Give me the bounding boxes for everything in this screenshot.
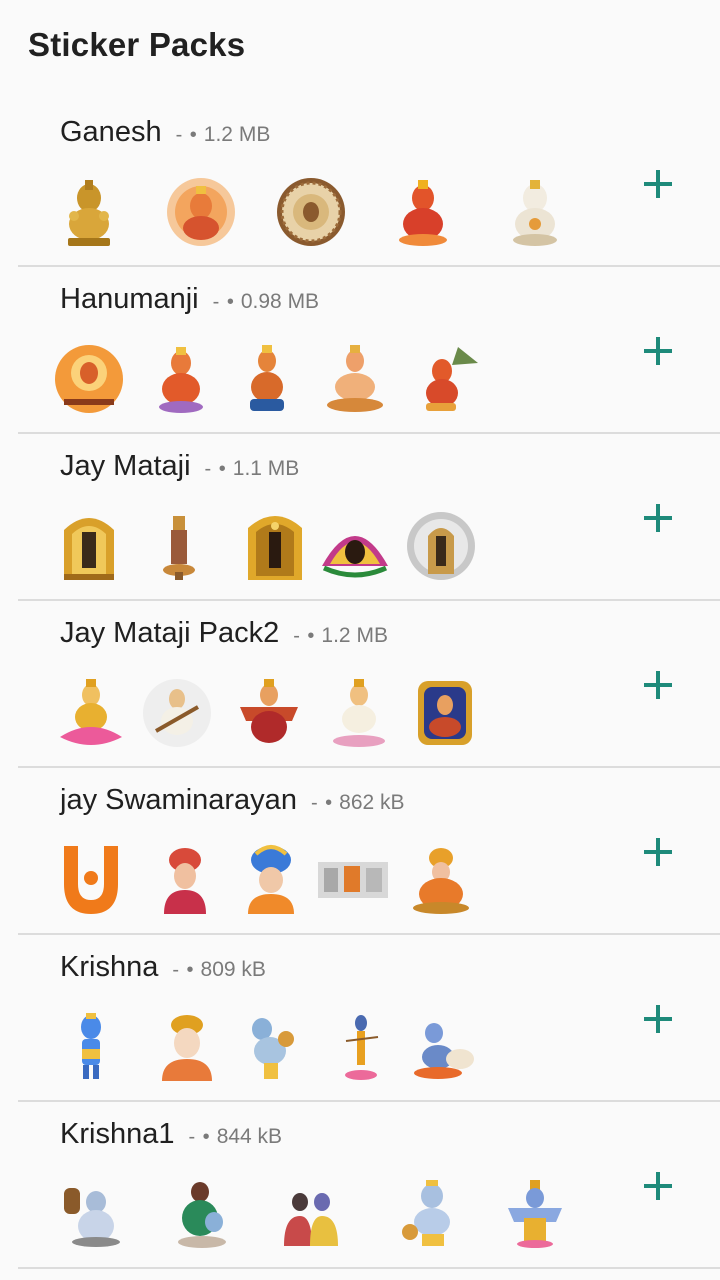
deity-standing-lamp-icon: [163, 516, 195, 580]
hanuman-kneeling-icon: [250, 345, 284, 411]
pack-name: Ganesh: [60, 116, 162, 148]
plus-icon: [644, 337, 672, 365]
sticker-pack-row-jay-mataji[interactable]: Jay Mataji - • 1.1 MB: [18, 434, 720, 601]
pack-name: Jay Mataji: [60, 450, 191, 482]
plus-icon: [644, 838, 672, 866]
goddess-garland-icon: [322, 536, 388, 578]
sticker-packs-screen: Sticker Packs Ganesh - • 1.2 MB Hanumanj…: [0, 0, 720, 1280]
sticker-pack-row-jay-swaminarayan[interactable]: jay Swaminarayan - • 862 kB: [18, 768, 720, 935]
pack-header: Krishna1 - • 844 kB: [60, 1118, 282, 1151]
pack-size: 1.1 MB: [232, 457, 300, 480]
krishna-cow-icon: [414, 1023, 474, 1079]
vishnu-multi-arm-icon: [508, 1180, 562, 1248]
hanuman-flying-mountain-icon: [426, 347, 478, 411]
balaji-gold-idol-icon: [64, 518, 114, 580]
pack-header: Ganesh - • 1.2 MB: [60, 116, 270, 149]
yashoda-krishna-icon: [178, 1182, 226, 1248]
sticker-thumbnails: [54, 176, 574, 252]
krishna-blue-cartoon-icon: [81, 1013, 101, 1079]
hanuman-meditating-icon: [327, 345, 383, 412]
swaminarayan-seated-icon: [413, 848, 469, 914]
sticker-pack-row-krishna1[interactable]: Krishna1 - • 844 kB: [18, 1102, 720, 1269]
ganesh-round-portrait-icon: [167, 178, 235, 246]
hanuman-seated-icon: [159, 347, 203, 413]
add-pack-button[interactable]: [636, 329, 680, 373]
hanuman-round-portrait-icon: [55, 345, 123, 413]
pack-size: 1.2 MB: [321, 624, 388, 647]
pack-name: Hanumanji: [60, 283, 199, 315]
plus-icon: [644, 1172, 672, 1200]
sticker-pack-row-ganesh[interactable]: Ganesh - • 1.2 MB: [18, 100, 720, 267]
balaji-temple-frame-icon: [248, 516, 302, 580]
lakshmi-lotus-icon: [60, 679, 122, 745]
pack-header: Jay Mataji - • 1.1 MB: [60, 450, 299, 483]
pack-header: Jay Mataji Pack2 - • 1.2 MB: [60, 617, 388, 650]
pack-name: Krishna1: [60, 1118, 175, 1150]
pack-size: 862 kB: [339, 791, 405, 814]
pack-name: jay Swaminarayan: [60, 784, 297, 816]
saraswati-veena-round-icon: [143, 679, 211, 747]
sticker-pack-row-hanumanji[interactable]: Hanumanji - • 0.98 MB: [18, 267, 720, 434]
radha-krishna-icon: [284, 1193, 338, 1246]
pack-size: 809 kB: [200, 958, 266, 981]
sticker-thumbnails: [54, 1178, 574, 1254]
plus-icon: [644, 1005, 672, 1033]
sticker-thumbnails: [54, 1011, 574, 1087]
durga-multi-arm-icon: [240, 679, 298, 743]
krishna-butter-churn-icon: [64, 1188, 120, 1247]
swaminarayan-orange-logo-icon: [64, 846, 118, 914]
krishna-flute-standing-icon: [345, 1015, 379, 1080]
balaji-silver-round-icon: [407, 512, 475, 580]
add-pack-button[interactable]: [636, 997, 680, 1041]
pack-separator: - •: [293, 625, 316, 647]
pack-separator: - •: [212, 291, 235, 313]
krishna-child-pot-icon: [252, 1018, 294, 1079]
pack-header: Krishna - • 809 kB: [60, 951, 266, 984]
ganesh-gold-idol-icon: [68, 180, 110, 246]
pack-header: Hanumanji - • 0.98 MB: [60, 283, 319, 316]
pack-size: 1.2 MB: [203, 123, 271, 146]
pack-header: jay Swaminarayan - • 862 kB: [60, 784, 405, 817]
sticker-pack-row-krishna[interactable]: Krishna - • 809 kB: [18, 935, 720, 1102]
ganesh-mandala-icon: [277, 178, 345, 246]
pack-size: 0.98 MB: [240, 290, 320, 313]
durga-lion-icon: [418, 681, 472, 745]
pack-separator: - •: [175, 124, 198, 146]
add-pack-button[interactable]: [636, 496, 680, 540]
sticker-thumbnails: [54, 510, 574, 586]
ganesh-white-idol-icon: [513, 180, 557, 246]
pack-size: 844 kB: [216, 1125, 283, 1148]
sticker-thumbnails: [54, 343, 574, 419]
pack-name: Jay Mataji Pack2: [60, 617, 280, 649]
add-pack-button[interactable]: [636, 663, 680, 707]
sticker-pack-row-jay-mataji-pack2[interactable]: Jay Mataji Pack2 - • 1.2 MB: [18, 601, 720, 768]
page-title: Sticker Packs: [28, 26, 246, 63]
pack-name: Krishna: [60, 951, 159, 983]
plus-icon: [644, 504, 672, 532]
pack-separator: - •: [310, 792, 334, 814]
saraswati-swan-icon: [333, 679, 385, 747]
add-pack-button[interactable]: [636, 162, 680, 206]
add-pack-button[interactable]: [636, 1164, 680, 1208]
temple-scene-icon: [318, 862, 388, 898]
swaminarayan-turban-portrait-icon: [164, 848, 206, 914]
sticker-thumbnails: [54, 677, 574, 753]
krishna-butter-eating-icon: [402, 1180, 450, 1246]
add-pack-button[interactable]: [636, 830, 680, 874]
sticker-pack-list[interactable]: Ganesh - • 1.2 MB Hanumanji - • 0.98 MB …: [0, 100, 720, 1269]
sticker-thumbnails: [54, 844, 574, 920]
swaminarayan-blue-turban-icon: [248, 845, 294, 914]
pack-separator: - •: [172, 959, 195, 981]
pack-separator: - •: [188, 1126, 211, 1148]
pack-separator: - •: [204, 458, 227, 480]
ganesh-red-idol-icon: [399, 180, 447, 246]
krishna-portrait-icon: [162, 1015, 212, 1081]
plus-icon: [644, 671, 672, 699]
plus-icon: [644, 170, 672, 198]
